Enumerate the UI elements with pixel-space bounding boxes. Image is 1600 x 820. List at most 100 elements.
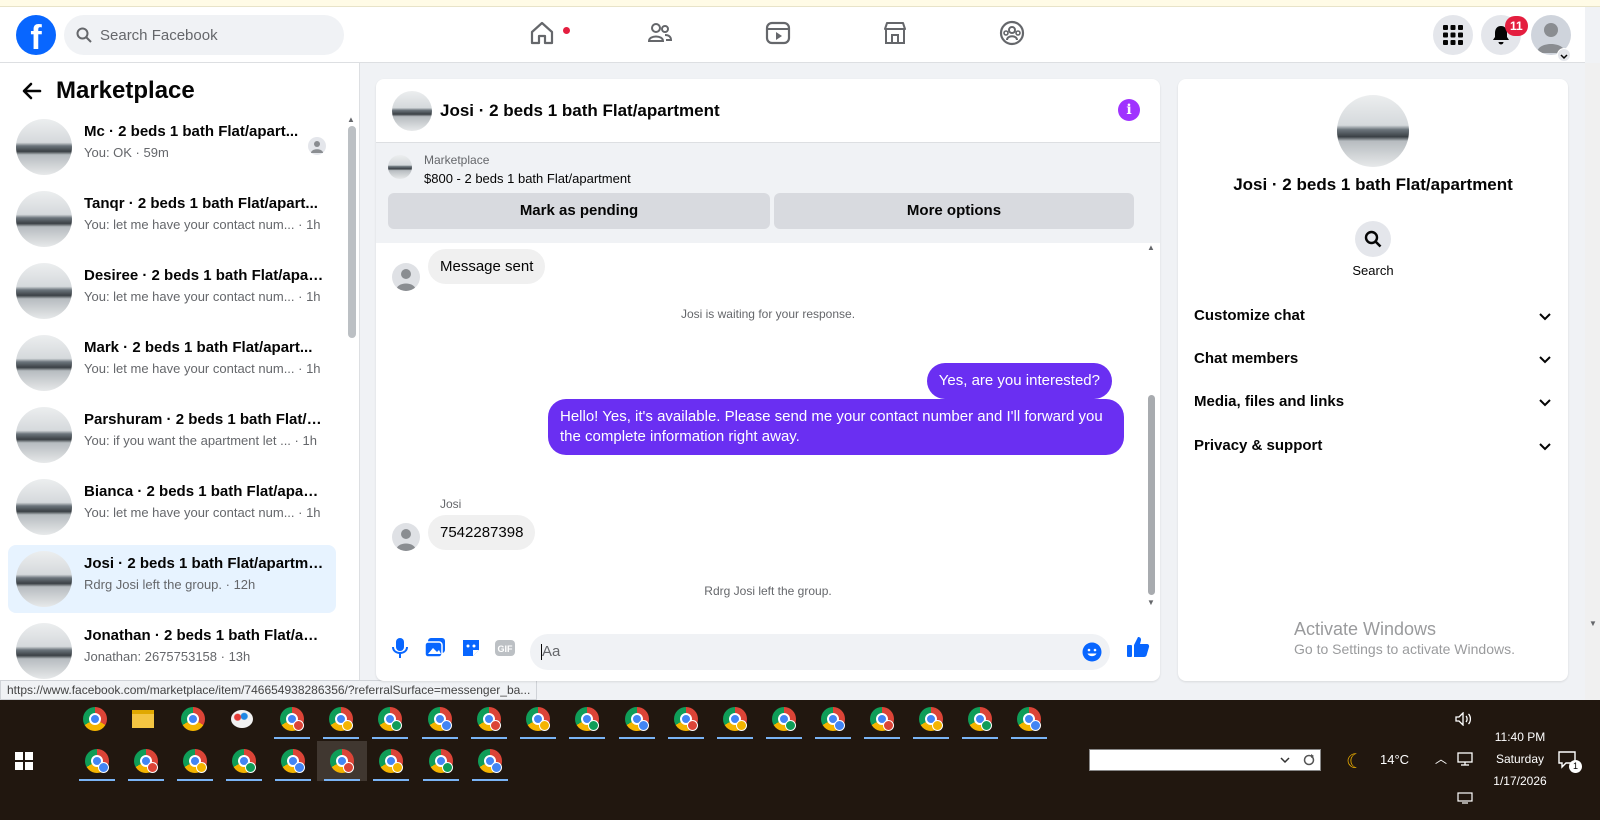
temperature[interactable]: 14°C: [1380, 752, 1409, 767]
conversation-item-mark[interactable]: Mark · 2 beds 1 bath Flat/apart... You: …: [8, 329, 336, 397]
taskbar-app-icon[interactable]: [478, 749, 502, 773]
incoming-message-bubble: 7542287398: [428, 515, 536, 550]
taskbar-app-icon[interactable]: [183, 749, 207, 773]
marketplace-listing-bar: Marketplace $800 - 2 beds 1 bath Flat/ap…: [376, 143, 1160, 243]
account-chevron-icon[interactable]: [1557, 48, 1571, 62]
taskbar-app-icon[interactable]: [575, 707, 599, 731]
conversation-item-josi[interactable]: Josi · 2 beds 1 bath Flat/apartme... Rdr…: [8, 545, 336, 613]
privacy-support-section[interactable]: Privacy & support: [1194, 427, 1552, 467]
taskbar-app-icon[interactable]: [429, 749, 453, 773]
taskbar-app-icon[interactable]: [625, 707, 649, 731]
taskbar-app-icon[interactable]: [821, 707, 845, 731]
taskbar-app-icon[interactable]: [870, 707, 894, 731]
friends-icon[interactable]: [646, 19, 676, 49]
groups-icon[interactable]: [998, 19, 1028, 49]
taskbar-app-icon[interactable]: [674, 707, 698, 731]
more-options-button[interactable]: More options: [774, 193, 1134, 229]
taskbar-app-icon[interactable]: [181, 707, 205, 731]
clock-date[interactable]: 1/17/2026: [1486, 774, 1554, 788]
chat-details-panel: Josi · 2 beds 1 bath Flat/apartment Sear…: [1178, 79, 1568, 681]
home-notification-dot: [562, 26, 571, 35]
taskbar-app-icon[interactable]: [477, 707, 501, 731]
refresh-icon[interactable]: [1302, 753, 1316, 767]
windows-start-icon[interactable]: [15, 752, 33, 770]
browser-scrollbar[interactable]: ▼: [1585, 63, 1600, 700]
photo-attach-icon[interactable]: [424, 637, 446, 659]
clock-day[interactable]: Saturday: [1486, 752, 1554, 766]
taskbar-app-icon[interactable]: [919, 707, 943, 731]
taskbar-app-icon[interactable]: [85, 749, 109, 773]
taskbar-app-icon[interactable]: [232, 749, 256, 773]
conversation-title: Jonathan · 2 beds 1 bath Flat/ap...: [84, 627, 324, 644]
sticker-icon[interactable]: [460, 637, 482, 659]
details-listing-avatar[interactable]: [1337, 95, 1409, 167]
taskbar-app-icon[interactable]: [330, 749, 354, 773]
network-icon[interactable]: [1457, 752, 1473, 766]
speaker-icon[interactable]: [1455, 712, 1473, 726]
chat-title[interactable]: Josi · 2 beds 1 bath Flat/apartment: [440, 101, 720, 121]
conversation-item-desiree[interactable]: Desiree · 2 beds 1 bath Flat/apar... You…: [8, 257, 336, 325]
outgoing-message-bubble: Hello! Yes, it's available. Please send …: [548, 399, 1124, 455]
display-icon[interactable]: [1457, 792, 1473, 804]
menu-grid-button[interactable]: [1433, 15, 1473, 55]
thread-scroll-down-icon[interactable]: ▼: [1147, 598, 1155, 607]
chat-members-section[interactable]: Chat members: [1194, 340, 1552, 380]
thread-scroll-up-icon[interactable]: ▲: [1147, 243, 1155, 252]
taskbar-app-icon[interactable]: [134, 749, 158, 773]
video-icon[interactable]: [764, 19, 794, 49]
home-icon[interactable]: [528, 19, 558, 49]
taskbar-app-icon[interactable]: [281, 749, 305, 773]
left-group-notice: Rdrg Josi left the group.: [704, 584, 832, 598]
thumbs-up-icon[interactable]: [1126, 635, 1150, 659]
scroll-up-arrow-icon[interactable]: ▲: [347, 115, 355, 124]
message-input[interactable]: Aa: [530, 634, 1110, 670]
conversation-item-tanqr[interactable]: Tanqr · 2 beds 1 bath Flat/apart... You:…: [8, 185, 336, 253]
taskbar-app-icon[interactable]: [723, 707, 747, 731]
taskbar-app-icon[interactable]: [379, 749, 403, 773]
chat-listing-avatar[interactable]: [392, 91, 432, 131]
clock-time[interactable]: 11:40 PM: [1486, 730, 1554, 744]
show-hidden-icons-chevron-icon[interactable]: ︿: [1435, 750, 1447, 767]
media-files-links-section[interactable]: Media, files and links: [1194, 383, 1552, 423]
search-facebook-input[interactable]: Search Facebook: [64, 15, 344, 55]
facebook-logo[interactable]: f: [16, 15, 56, 55]
gif-icon[interactable]: GIF: [494, 637, 516, 659]
taskbar-app-icon[interactable]: [772, 707, 796, 731]
taskbar-app-icon[interactable]: [428, 707, 452, 731]
conversation-preview: You: let me have your contact num... · 1…: [84, 217, 321, 232]
back-arrow-icon[interactable]: [20, 79, 44, 103]
microphone-icon[interactable]: [390, 637, 410, 659]
details-search-button[interactable]: [1355, 221, 1391, 257]
taskbar-app-icon[interactable]: [968, 707, 992, 731]
taskbar-app-icon[interactable]: [83, 707, 107, 731]
taskbar-app-icon[interactable]: [526, 707, 550, 731]
conversation-preview: You: let me have your contact num... · 1…: [84, 289, 321, 304]
contact-avatar: [392, 523, 420, 551]
file-explorer-icon[interactable]: [132, 710, 154, 728]
seen-avatar-icon: [308, 137, 326, 155]
listing-price-title[interactable]: $800 - 2 beds 1 bath Flat/apartment: [424, 171, 631, 186]
thread-scrollbar[interactable]: [1148, 395, 1155, 595]
paint-app-icon[interactable]: [231, 710, 253, 728]
taskbar-app-icon[interactable]: [280, 707, 304, 731]
customize-chat-section[interactable]: Customize chat: [1194, 297, 1552, 337]
marketplace-icon[interactable]: [881, 19, 911, 49]
taskbar-search-combobox[interactable]: [1089, 749, 1321, 771]
conversation-item-jonathan[interactable]: Jonathan · 2 beds 1 bath Flat/ap... Jona…: [8, 617, 336, 685]
emoji-icon[interactable]: [1082, 642, 1102, 662]
taskbar-app-icon[interactable]: [1017, 707, 1041, 731]
conversation-preview: You: let me have your contact num... · 1…: [84, 505, 321, 520]
message-thread: ▲ ▼ Message sent Josi is waiting for you…: [376, 243, 1160, 619]
taskbar-running-indicator: [864, 737, 900, 739]
sidebar-scrollbar[interactable]: [348, 126, 356, 338]
conversation-preview: You: OK · 59m: [84, 145, 169, 160]
conversation-title: Mark · 2 beds 1 bath Flat/apart...: [84, 339, 313, 356]
mark-as-pending-button[interactable]: Mark as pending: [388, 193, 770, 229]
conversation-item-mc[interactable]: Mc · 2 beds 1 bath Flat/apart... You: OK…: [8, 113, 336, 181]
taskbar-app-icon[interactable]: [329, 707, 353, 731]
conversation-item-bianca[interactable]: Bianca · 2 beds 1 bath Flat/apart... You…: [8, 473, 336, 541]
taskbar-running-indicator: [373, 779, 409, 781]
info-icon[interactable]: i: [1118, 99, 1140, 121]
taskbar-app-icon[interactable]: [378, 707, 402, 731]
conversation-item-parshuram[interactable]: Parshuram · 2 beds 1 bath Flat/a... You:…: [8, 401, 336, 469]
